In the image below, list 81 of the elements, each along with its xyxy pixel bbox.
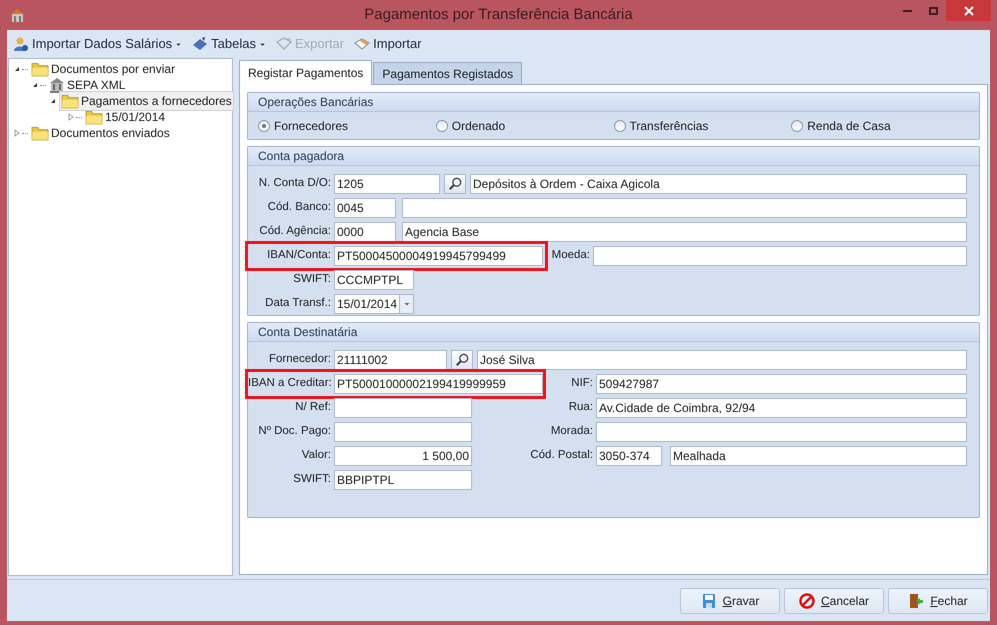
input-field[interactable] [334,422,472,442]
field-label: Data Transf.: [265,297,331,310]
radio-button[interactable] [258,120,270,132]
lookup-button[interactable] [444,174,466,194]
group-title: Conta pagadora [248,147,979,166]
field-label: Cód. Agência: [259,225,331,238]
input-field[interactable]: PT50001000002199419999959 [334,374,543,394]
folder-icon [31,124,49,142]
toolbar-button[interactable]: Importar [353,33,423,55]
input-field[interactable]: José Silva [477,350,967,370]
button[interactable]: Cancelar [784,588,884,614]
field-label: IBAN/Conta: [267,249,331,262]
radio-button[interactable] [791,120,804,132]
field-label: N/ Ref: [295,401,331,414]
radio-button[interactable] [614,120,626,132]
folder-icon [61,92,79,110]
input-field[interactable]: Depósitos à Ordem - Caixa Agicola [470,174,967,194]
field-label: Fornecedor: [268,353,331,366]
caret-icon [175,40,182,48]
close-button[interactable] [946,0,991,21]
input-field[interactable]: 1 500,00 [334,446,472,466]
input-field[interactable] [402,198,967,218]
expander-icon[interactable] [13,65,21,73]
input-field[interactable]: Agencia Base [402,222,967,242]
field-label: Valor: [302,449,331,462]
radio-label: Fornecedores [274,118,348,134]
field-label: NIF: [571,377,593,390]
radio-label: Transferências [630,118,708,134]
lookup-button[interactable] [451,350,473,370]
radio-button[interactable] [436,120,448,132]
field-label: Moeda: [552,249,590,262]
input-field[interactable] [334,398,472,418]
prohibited-icon [798,592,815,608]
input-field[interactable]: 1205 [334,174,440,194]
input-field[interactable]: BBPIPTPL [334,470,472,490]
date-picker[interactable]: 15/01/2014 [334,294,414,314]
input-field[interactable]: 0045 [334,198,396,218]
field-label: Rua: [568,401,593,414]
search-icon [455,353,469,367]
button[interactable]: Fechar [888,588,988,614]
input-field[interactable]: PT50004500004919945799499 [334,246,543,266]
app-icon [10,7,26,23]
tab[interactable]: Pagamentos Registados [373,62,522,84]
input-field[interactable]: Av.Cidade de Coimbra, 92/94 [596,398,967,418]
field-label: Cód. Banco: [268,201,331,214]
door-icon [908,592,924,608]
tab[interactable]: Registar Pagamentos [239,60,372,85]
input-field[interactable] [593,246,967,266]
field-label: Morada: [550,425,593,438]
bank-icon [49,77,65,93]
field-label: Nº Doc. Pago: [258,425,331,438]
folder-icon [85,108,103,126]
close-icon [964,6,974,16]
toolbar-button[interactable]: Importar Dados Salários [12,33,184,55]
field-label: SWIFT: [293,273,331,286]
radio-label: Ordenado [452,118,506,134]
toolbar-button[interactable]: Tabelas [191,33,267,55]
caret-icon [402,300,411,308]
folder-icon [31,60,49,78]
radio-label: Renda de Casa [807,118,891,134]
group-title: Conta Destinatária [248,323,979,342]
field-label: Cód. Postal: [530,449,593,462]
tree-item[interactable]: Pagamentos a fornecedores [59,91,234,111]
input-field[interactable]: CCCMPTPL [334,270,414,290]
field-label: N. Conta D/O: [258,177,331,190]
people-icon [13,36,29,52]
expander-icon[interactable] [31,81,39,89]
field-label: IBAN a Creditar: [248,377,332,390]
input-field[interactable]: 509427987 [596,374,967,394]
input-field[interactable]: 0000 [334,222,396,242]
input-field[interactable]: 3050-374 [596,446,662,466]
expander-icon[interactable] [49,97,57,105]
input-field[interactable] [596,422,967,442]
input-field[interactable]: 21111002 [334,350,447,370]
input-field[interactable]: Mealhada [670,446,967,466]
window-title: Pagamentos por Transferência Bancária [363,4,634,25]
button[interactable]: Gravar [680,588,780,614]
field-label: SWIFT: [293,473,331,486]
search-icon [448,177,462,191]
group-title: Operações Bancárias [248,93,979,112]
caret-icon [258,40,266,48]
